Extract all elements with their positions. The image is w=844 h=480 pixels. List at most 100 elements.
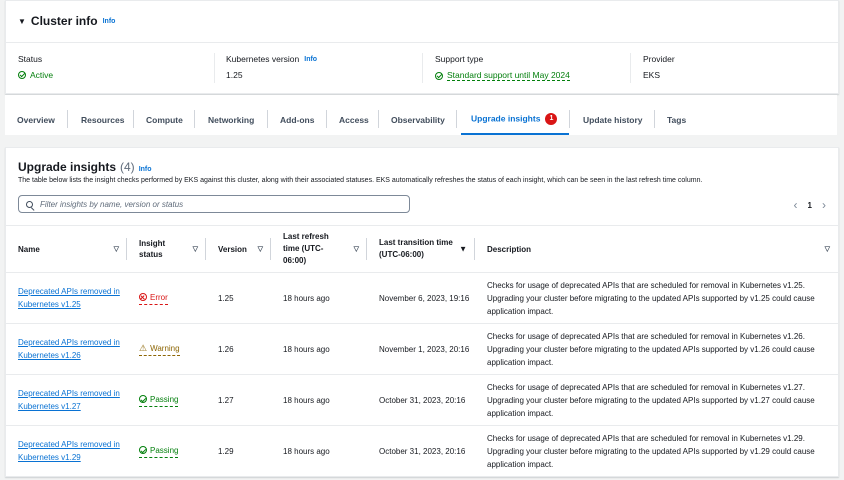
status-value: Active — [30, 70, 54, 80]
transition-time-cell: October 31, 2023, 20:16 — [379, 446, 466, 456]
tab-divider — [456, 110, 457, 128]
refresh-time-cell: 18 hours ago — [271, 323, 367, 375]
table-row: Deprecated APIs removed in Kubernetes v1… — [6, 426, 838, 477]
filter-insights-search[interactable] — [18, 195, 410, 213]
transition-time-cell: November 1, 2023, 20:16 — [367, 323, 475, 375]
provider-label: Provider — [643, 54, 675, 64]
description-cell: Checks for usage of deprecated APIs that… — [475, 374, 838, 426]
sort-descending-icon[interactable]: ▼ — [459, 245, 467, 254]
tab-divider — [194, 110, 195, 128]
cluster-info-info-link[interactable]: Info — [103, 18, 116, 25]
column-divider — [630, 53, 631, 83]
insights-count: (4) — [120, 160, 135, 174]
table-row: Deprecated APIs removed in Kubernetes v1… — [6, 323, 838, 375]
divider — [6, 42, 838, 43]
sort-icon[interactable]: ▽ — [825, 245, 830, 253]
sort-icon[interactable]: ▽ — [258, 245, 263, 253]
tab-divider — [133, 110, 134, 128]
chevron-left-icon[interactable]: ‹ — [794, 198, 798, 212]
page-number[interactable]: 1 — [808, 201, 812, 210]
tab-divider — [654, 110, 655, 128]
support-type-field: Support type Standard support until May … — [435, 54, 570, 84]
sort-icon[interactable]: ▽ — [354, 245, 359, 253]
status-badge: Passing — [139, 444, 179, 458]
kubernetes-version-label: Kubernetes version — [226, 54, 300, 64]
column-header-last-transition-time[interactable]: Last transition time (UTC-06:00) ▼ — [367, 225, 475, 273]
column-header-last-refresh-time[interactable]: Last refresh time (UTC-06:00) ▽ — [271, 225, 367, 273]
notification-badge: 1 — [545, 113, 558, 125]
kubernetes-version-value: 1.25 — [226, 70, 243, 80]
sort-icon[interactable]: ▽ — [114, 245, 119, 253]
sort-icon[interactable]: ▽ — [193, 245, 198, 253]
column-divider — [214, 53, 215, 83]
tab-divider — [67, 110, 68, 128]
tab-observability[interactable]: Observability — [391, 115, 445, 125]
description-cell: Checks for usage of deprecated APIs that… — [475, 272, 838, 324]
tab-compute[interactable]: Compute — [146, 115, 183, 125]
pagination: ‹ 1 › — [794, 198, 826, 212]
upgrade-insights-header: Upgrade insights (4) Info — [18, 160, 152, 174]
filter-insights-input[interactable] — [38, 198, 402, 210]
table-header-row: Name ▽ Insight status ▽ Version ▽ Last refr… — [6, 225, 838, 273]
column-header-description[interactable]: Description ▽ — [475, 225, 838, 273]
tab-access[interactable]: Access — [339, 115, 369, 125]
cluster-tabs: Overview Resources Compute Networking Ad… — [5, 95, 837, 135]
insights-table: Name ▽ Insight status ▽ Version ▽ Last refr… — [6, 225, 838, 476]
tab-add-ons[interactable]: Add-ons — [280, 115, 314, 125]
version-cell: 1.27 — [206, 374, 271, 426]
column-header-insight-status[interactable]: Insight status ▽ — [127, 225, 206, 273]
support-type-label: Support type — [435, 54, 484, 64]
column-divider — [422, 53, 423, 83]
tab-resources[interactable]: Resources — [81, 115, 124, 125]
cluster-info-header[interactable]: ▼ Cluster info Info — [18, 14, 115, 28]
transition-time-cell: October 31, 2023, 20:16 — [367, 374, 475, 426]
version-cell: 1.25 — [206, 272, 271, 324]
tab-networking[interactable]: Networking — [208, 115, 254, 125]
upgrade-insights-description: The table below lists the insight checks… — [18, 177, 703, 184]
column-header-version[interactable]: Version ▽ — [206, 225, 271, 273]
status-badge: Passing — [139, 393, 179, 407]
tab-overview[interactable]: Overview — [17, 115, 55, 125]
status-badge: Error — [139, 291, 168, 305]
warning-icon: ⚠ — [139, 343, 148, 353]
version-cell: 1.29 — [218, 446, 234, 456]
tab-divider — [326, 110, 327, 128]
refresh-time-cell: 18 hours ago — [283, 446, 330, 456]
status-badge: ⚠ Warning — [139, 342, 180, 356]
refresh-time-cell: 18 hours ago — [271, 272, 367, 324]
caret-down-icon[interactable]: ▼ — [18, 17, 26, 26]
kubernetes-version-info-link[interactable]: Info — [304, 56, 317, 63]
insight-name-link[interactable]: Deprecated APIs removed in Kubernetes v1… — [18, 440, 120, 462]
chevron-right-icon[interactable]: › — [822, 198, 826, 212]
check-circle-icon — [139, 446, 147, 455]
version-cell: 1.26 — [206, 323, 271, 375]
cluster-info-panel: ▼ Cluster info Info Status Active Kubern… — [5, 0, 839, 94]
insight-name-link[interactable]: Deprecated APIs removed in Kubernetes v1… — [18, 389, 120, 411]
status-field: Status Active — [18, 54, 53, 84]
cluster-info-title: Cluster info — [30, 14, 98, 28]
description-cell: Checks for usage of deprecated APIs that… — [475, 323, 838, 375]
provider-field: Provider EKS — [643, 54, 675, 84]
tab-upgrade-insights[interactable]: Upgrade insights 1 — [471, 113, 558, 125]
transition-time-cell: November 6, 2023, 19:16 — [367, 272, 475, 324]
active-tab-indicator — [461, 133, 569, 135]
insight-name-link[interactable]: Deprecated APIs removed in Kubernetes v1… — [18, 287, 120, 309]
upgrade-insights-title: Upgrade insights — [18, 160, 117, 174]
column-header-name[interactable]: Name ▽ — [6, 225, 127, 273]
tab-upgrade-insights-label: Upgrade insights — [471, 113, 541, 124]
support-type-value[interactable]: Standard support until May 2024 — [447, 70, 570, 81]
upgrade-insights-info-link[interactable]: Info — [139, 166, 152, 173]
tab-divider — [378, 110, 379, 128]
table-row: Deprecated APIs removed in Kubernetes v1… — [6, 374, 838, 426]
insight-name-link[interactable]: Deprecated APIs removed in Kubernetes v1… — [18, 338, 120, 360]
check-circle-icon — [435, 71, 443, 80]
search-icon — [26, 200, 33, 208]
tab-divider — [569, 110, 570, 128]
table-row: Deprecated APIs removed in Kubernetes v1… — [6, 272, 838, 324]
kubernetes-version-field: Kubernetes version Info 1.25 — [226, 54, 317, 84]
tab-tags[interactable]: Tags — [667, 115, 686, 125]
check-circle-icon — [18, 71, 26, 79]
tab-update-history[interactable]: Update history — [583, 115, 643, 125]
status-label: Status — [18, 54, 43, 64]
provider-value: EKS — [643, 70, 661, 80]
